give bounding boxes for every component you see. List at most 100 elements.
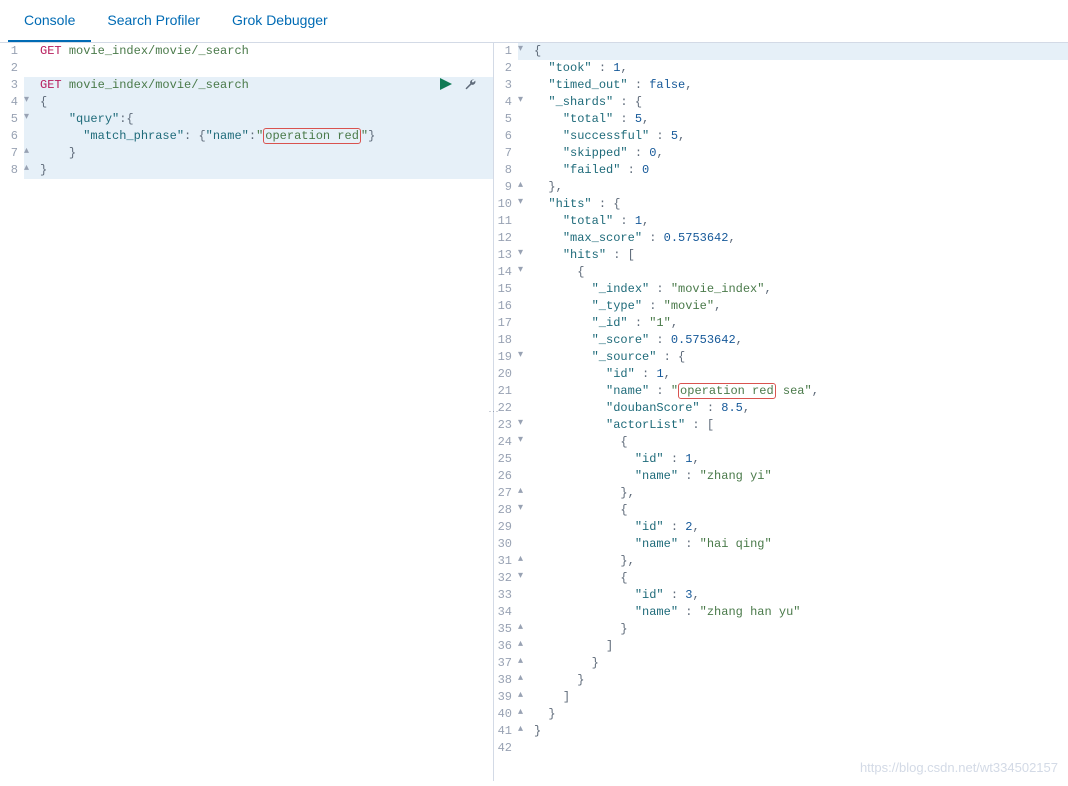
code-line[interactable]: 16 "_type" : "movie", (494, 298, 1068, 315)
fold-icon[interactable]: ▾ (24, 94, 34, 111)
code-line[interactable]: 7 "skipped" : 0, (494, 145, 1068, 162)
wrench-icon[interactable] (464, 77, 476, 93)
code-line[interactable]: 10▾ "hits" : { (494, 196, 1068, 213)
code-line[interactable]: 36▴ ] (494, 638, 1068, 655)
tab-bar: Console Search Profiler Grok Debugger (0, 0, 1068, 43)
code-line[interactable]: 7▴ } (0, 145, 493, 162)
code-line[interactable]: 12 "max_score" : 0.5753642, (494, 230, 1068, 247)
code-line[interactable]: 26 "name" : "zhang yi" (494, 468, 1068, 485)
code-line[interactable]: 13▾ "hits" : [ (494, 247, 1068, 264)
code-text: "failed" : 0 (528, 162, 649, 179)
code-line[interactable]: 15 "_index" : "movie_index", (494, 281, 1068, 298)
response-viewer[interactable]: 1▾{2 "took" : 1,3 "timed_out" : false,4▾… (493, 43, 1068, 781)
code-line[interactable]: 2 (0, 60, 493, 77)
code-line[interactable]: 3GET movie_index/movie/_search (0, 77, 493, 94)
line-number: 19 (494, 349, 518, 366)
line-number: 25 (494, 451, 518, 468)
tab-console[interactable]: Console (8, 0, 91, 42)
fold-icon[interactable]: ▾ (518, 264, 528, 281)
code-line[interactable]: 28▾ { (494, 502, 1068, 519)
code-text: } (34, 162, 47, 179)
tab-search-profiler[interactable]: Search Profiler (91, 0, 216, 42)
fold-icon[interactable]: ▴ (518, 179, 528, 196)
code-line[interactable]: 1▾{ (494, 43, 1068, 60)
fold-icon[interactable]: ▾ (518, 94, 528, 111)
code-line[interactable]: 8▴} (0, 162, 493, 179)
fold-icon (518, 60, 528, 77)
code-line[interactable]: 6 "successful" : 5, (494, 128, 1068, 145)
pane-resize-handle[interactable]: ⋮ (488, 407, 499, 418)
code-text: ] (528, 689, 570, 706)
fold-icon[interactable]: ▴ (518, 723, 528, 740)
line-number: 26 (494, 468, 518, 485)
code-line[interactable]: 3 "timed_out" : false, (494, 77, 1068, 94)
fold-icon[interactable]: ▾ (24, 111, 34, 128)
fold-icon[interactable]: ▴ (518, 655, 528, 672)
fold-icon[interactable]: ▴ (518, 706, 528, 723)
code-line[interactable]: 18 "_score" : 0.5753642, (494, 332, 1068, 349)
code-line[interactable]: 40▴ } (494, 706, 1068, 723)
code-line[interactable]: 39▴ ] (494, 689, 1068, 706)
code-line[interactable]: 33 "id" : 3, (494, 587, 1068, 604)
code-line[interactable]: 38▴ } (494, 672, 1068, 689)
code-line[interactable]: 2 "took" : 1, (494, 60, 1068, 77)
line-number: 3 (494, 77, 518, 94)
code-line[interactable]: 5 "total" : 5, (494, 111, 1068, 128)
tab-grok-debugger[interactable]: Grok Debugger (216, 0, 344, 42)
code-text: "actorList" : [ (528, 417, 714, 434)
fold-icon[interactable]: ▴ (518, 672, 528, 689)
line-number: 31 (494, 553, 518, 570)
code-text: "hits" : { (528, 196, 620, 213)
request-editor[interactable]: 1GET movie_index/movie/_search2 3GET mov… (0, 43, 493, 781)
code-line[interactable]: 42 (494, 740, 1068, 757)
fold-icon[interactable]: ▾ (518, 417, 528, 434)
code-line[interactable]: 19▾ "_source" : { (494, 349, 1068, 366)
fold-icon[interactable]: ▴ (518, 638, 528, 655)
fold-icon[interactable]: ▴ (518, 621, 528, 638)
code-line[interactable]: 11 "total" : 1, (494, 213, 1068, 230)
fold-icon[interactable]: ▴ (518, 485, 528, 502)
fold-icon[interactable]: ▾ (518, 502, 528, 519)
fold-icon (518, 315, 528, 332)
fold-icon[interactable]: ▾ (518, 434, 528, 451)
line-number: 2 (494, 60, 518, 77)
fold-icon[interactable]: ▾ (518, 349, 528, 366)
code-line[interactable]: 29 "id" : 2, (494, 519, 1068, 536)
code-line[interactable]: 32▾ { (494, 570, 1068, 587)
code-line[interactable]: 4▾{ (0, 94, 493, 111)
code-line[interactable]: 1GET movie_index/movie/_search (0, 43, 493, 60)
code-text: "id" : 1, (528, 366, 671, 383)
fold-icon (518, 145, 528, 162)
code-line[interactable]: 5▾ "query":{ (0, 111, 493, 128)
code-line[interactable]: 6 "match_phrase": {"name":"operation red… (0, 128, 493, 145)
code-line[interactable]: 23▾ "actorList" : [ (494, 417, 1068, 434)
code-line[interactable]: 24▾ { (494, 434, 1068, 451)
code-line[interactable]: 17 "_id" : "1", (494, 315, 1068, 332)
code-line[interactable]: 20 "id" : 1, (494, 366, 1068, 383)
code-line[interactable]: 8 "failed" : 0 (494, 162, 1068, 179)
fold-icon[interactable]: ▾ (518, 196, 528, 213)
code-line[interactable]: 35▴ } (494, 621, 1068, 638)
code-line[interactable]: 41▴} (494, 723, 1068, 740)
code-line[interactable]: 4▾ "_shards" : { (494, 94, 1068, 111)
fold-icon[interactable]: ▴ (24, 145, 34, 162)
play-icon[interactable] (440, 77, 452, 93)
line-number: 18 (494, 332, 518, 349)
code-line[interactable]: 25 "id" : 1, (494, 451, 1068, 468)
fold-icon[interactable]: ▴ (518, 553, 528, 570)
fold-icon[interactable]: ▾ (518, 570, 528, 587)
fold-icon[interactable]: ▴ (24, 162, 34, 179)
code-line[interactable]: 22 "doubanScore" : 8.5, (494, 400, 1068, 417)
code-line[interactable]: 27▴ }, (494, 485, 1068, 502)
fold-icon[interactable]: ▴ (518, 689, 528, 706)
fold-icon[interactable]: ▾ (518, 43, 528, 60)
fold-icon[interactable]: ▾ (518, 247, 528, 264)
code-line[interactable]: 31▴ }, (494, 553, 1068, 570)
line-number: 11 (494, 213, 518, 230)
code-line[interactable]: 34 "name" : "zhang han yu" (494, 604, 1068, 621)
code-line[interactable]: 14▾ { (494, 264, 1068, 281)
code-line[interactable]: 30 "name" : "hai qing" (494, 536, 1068, 553)
code-line[interactable]: 21 "name" : "operation red sea", (494, 383, 1068, 400)
code-line[interactable]: 9▴ }, (494, 179, 1068, 196)
code-line[interactable]: 37▴ } (494, 655, 1068, 672)
